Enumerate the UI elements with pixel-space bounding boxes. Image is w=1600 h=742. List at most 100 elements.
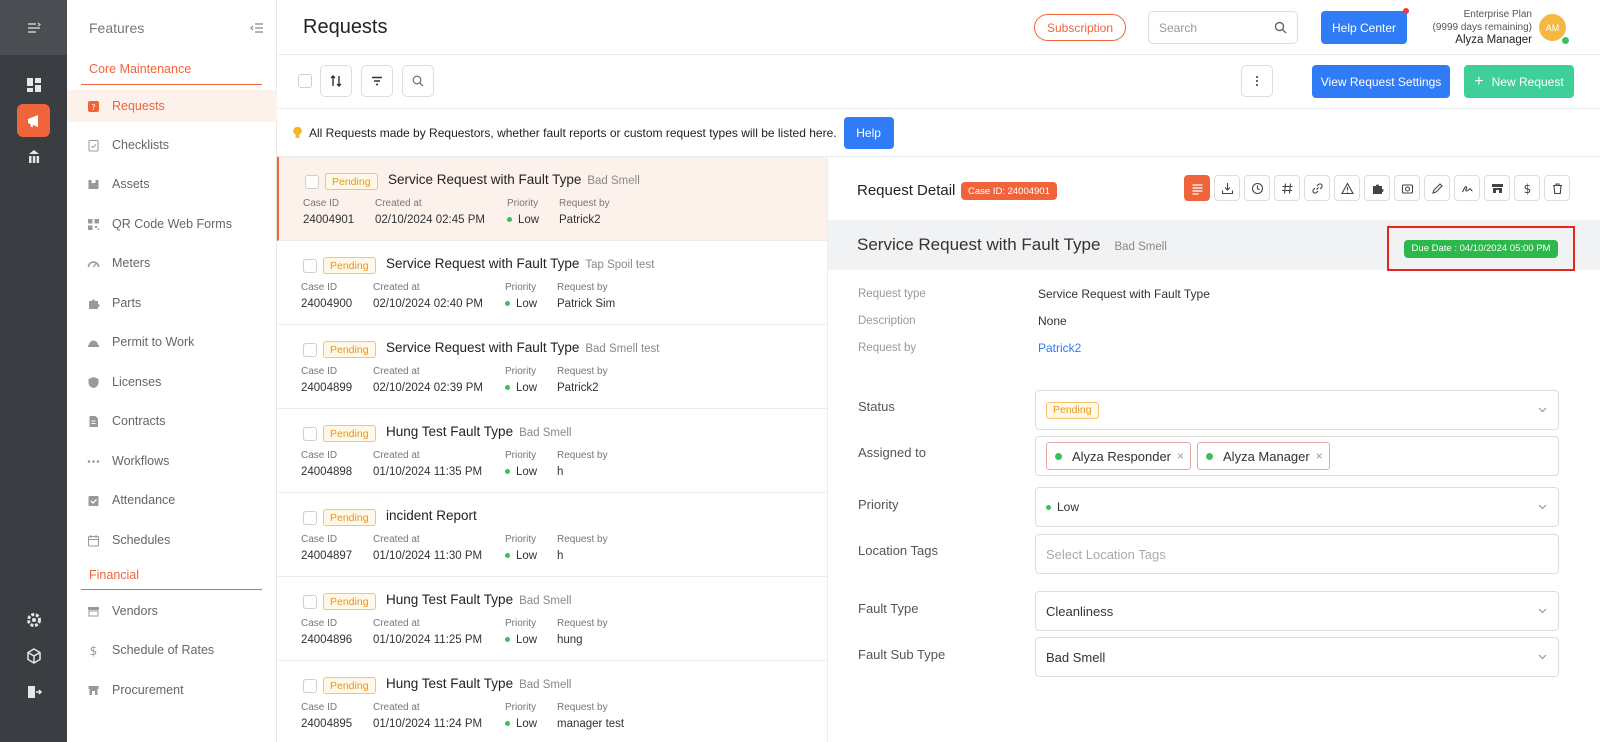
table-row[interactable]: Pending Hung Test Fault Type Bad Smell Case… — [277, 577, 827, 661]
table-row[interactable]: Pending Hung Test Fault Type Bad Smell Case… — [277, 409, 827, 493]
sidebar-item-assets[interactable]: Assets — [67, 168, 277, 200]
priority-value: Low — [505, 298, 537, 310]
contract-icon — [87, 415, 100, 428]
created-at-label: Created at — [375, 198, 422, 209]
rail-settings[interactable] — [17, 603, 50, 636]
fault-type-select[interactable]: Cleanliness — [1035, 591, 1559, 631]
created-at-value: 02/10/2024 02:39 PM — [373, 382, 483, 394]
delete-button[interactable] — [1544, 175, 1570, 201]
sidebar-item-label: Contracts — [112, 414, 166, 428]
cost-button[interactable]: $ — [1514, 175, 1540, 201]
row-checkbox[interactable] — [303, 679, 317, 693]
search-input[interactable]: Search — [1148, 11, 1298, 44]
sidebar-item-label: Vendors — [112, 604, 158, 618]
sidebar-item-permit[interactable]: Permit to Work — [67, 326, 277, 358]
search-list-button[interactable] — [402, 65, 434, 97]
sidebar-item-attendance[interactable]: Attendance — [67, 484, 277, 516]
edit-button[interactable] — [1424, 175, 1450, 201]
sidebar-item-meters[interactable]: Meters — [67, 247, 277, 279]
priority-value: Low — [1057, 500, 1080, 514]
rail-reports[interactable] — [17, 140, 50, 173]
sidebar-item-schedules[interactable]: Schedules — [67, 524, 277, 556]
sidebar-item-requests[interactable]: ? Requests — [67, 90, 277, 122]
row-checkbox[interactable] — [303, 595, 317, 609]
camera-button[interactable] — [1394, 175, 1420, 201]
select-all-checkbox[interactable] — [298, 74, 312, 88]
row-subtitle: Bad Smell test — [585, 343, 660, 355]
row-checkbox[interactable] — [303, 427, 317, 441]
priority-value: Low — [505, 550, 537, 562]
subscription-button[interactable]: Subscription — [1034, 14, 1126, 41]
row-title: Service Request with Fault Type Bad Smell… — [386, 340, 660, 355]
status-badge: Pending — [323, 593, 376, 610]
sidebar-item-workflows[interactable]: Workflows — [67, 445, 277, 477]
svg-text:$: $ — [90, 644, 98, 657]
new-request-button[interactable]: + New Request — [1464, 65, 1574, 98]
help-button[interactable]: Help — [843, 116, 894, 149]
link-button[interactable] — [1304, 175, 1330, 201]
remove-assignee-icon[interactable]: × — [1316, 449, 1323, 463]
tag-number-button[interactable] — [1274, 175, 1300, 201]
plan-info: Enterprise Plan (9999 days remaining) Al… — [1412, 8, 1533, 47]
history-button[interactable] — [1244, 175, 1270, 201]
signature-button[interactable] — [1454, 175, 1480, 201]
table-row[interactable]: Pending Service Request with Fault Type Ta… — [277, 241, 827, 325]
location-tags-input[interactable]: Select Location Tags — [1035, 534, 1559, 574]
sort-button[interactable] — [320, 65, 352, 97]
status-select[interactable]: Pending — [1035, 390, 1559, 430]
menu-toggle[interactable] — [0, 0, 67, 55]
vendor-button[interactable] — [1484, 175, 1510, 201]
sidebar-item-checklists[interactable]: Checklists — [67, 129, 277, 161]
sidebar-header: Features — [67, 0, 276, 55]
parts-button[interactable] — [1364, 175, 1390, 201]
remove-assignee-icon[interactable]: × — [1177, 449, 1184, 463]
details-tab-button[interactable] — [1184, 175, 1210, 201]
view-request-settings-button[interactable]: View Request Settings — [1312, 65, 1450, 98]
group-divider — [81, 84, 262, 85]
table-row[interactable]: Pending Service Request with Fault Type Ba… — [277, 157, 827, 241]
notification-dot — [1403, 8, 1409, 14]
sidebar-item-licenses[interactable]: Licenses — [67, 366, 277, 398]
sidebar-item-contracts[interactable]: Contracts — [67, 405, 277, 437]
megaphone-icon — [27, 114, 38, 127]
rail-logout[interactable] — [17, 675, 50, 708]
list-toolbar: View Request Settings + New Request — [277, 55, 1600, 109]
table-row[interactable]: Pending incident Report Case ID 24004897 Cre… — [277, 493, 827, 577]
sidebar-item-qr-forms[interactable]: QR Code Web Forms — [67, 208, 277, 240]
priority-text: Low — [516, 634, 538, 646]
rail-dashboard[interactable] — [17, 68, 50, 101]
chevron-down-icon — [1538, 608, 1547, 614]
row-checkbox[interactable] — [305, 175, 319, 189]
sidebar-item-label: Parts — [112, 296, 142, 310]
request-by-value: Patrick2 — [557, 382, 599, 394]
priority-text: Low — [516, 550, 538, 562]
request-by-link[interactable]: Patrick2 — [1038, 341, 1081, 355]
help-center-button[interactable]: Help Center — [1321, 11, 1407, 44]
camera-icon — [1401, 183, 1413, 194]
table-row[interactable]: Pending Hung Test Fault Type Bad Smell Case… — [277, 661, 827, 742]
sidebar-item-schedule-of-rates[interactable]: $ Schedule of Rates — [67, 634, 277, 666]
rail-packages[interactable] — [17, 639, 50, 672]
filter-button[interactable] — [361, 65, 393, 97]
more-options-button[interactable] — [1241, 65, 1273, 97]
row-title: incident Report — [386, 508, 483, 523]
table-row[interactable]: Pending Service Request with Fault Type Ba… — [277, 325, 827, 409]
fault-sub-type-select[interactable]: Bad Smell — [1035, 637, 1559, 677]
store-icon — [87, 605, 100, 618]
collapse-icon[interactable] — [250, 21, 264, 35]
sidebar-item-vendors[interactable]: Vendors — [67, 595, 277, 627]
case-id-value: 24004901 — [303, 214, 355, 226]
assignees-input[interactable]: Alyza Responder × Alyza Manager × — [1035, 436, 1559, 476]
sidebar-item-procurement[interactable]: Procurement — [67, 674, 277, 706]
row-checkbox[interactable] — [303, 343, 317, 357]
warning-button[interactable] — [1334, 175, 1360, 201]
row-checkbox[interactable] — [303, 259, 317, 273]
calendar-icon — [87, 534, 100, 547]
row-checkbox[interactable] — [303, 511, 317, 525]
download-button[interactable] — [1214, 175, 1240, 201]
chevron-down-icon — [1538, 407, 1547, 413]
sidebar-item-label: QR Code Web Forms — [112, 217, 232, 231]
rail-maintenance[interactable] — [17, 104, 50, 137]
sidebar-item-parts[interactable]: Parts — [67, 287, 277, 319]
priority-select[interactable]: Low — [1035, 487, 1559, 527]
